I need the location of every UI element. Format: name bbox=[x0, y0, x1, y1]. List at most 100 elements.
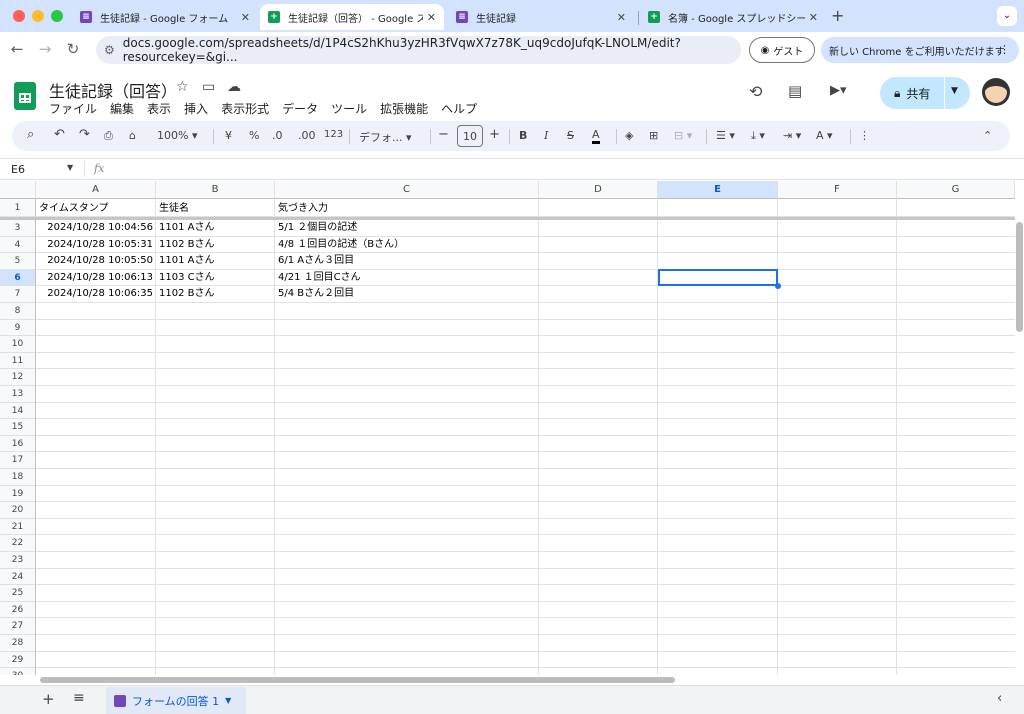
column-header-g[interactable]: G bbox=[897, 181, 1015, 199]
row-header-19[interactable]: 19 bbox=[0, 485, 36, 503]
row-header-9[interactable]: 9 bbox=[0, 319, 36, 337]
increase-decimal-button[interactable]: .00 bbox=[298, 129, 316, 142]
menu-tools[interactable]: ツール bbox=[331, 100, 367, 117]
browser-tab-responses[interactable]: + 生徒記録（回答） - Google スプ ✕ bbox=[260, 4, 444, 30]
cell-a3[interactable]: 2024/10/28 10:04:56 bbox=[36, 220, 156, 236]
zoom-window-icon[interactable] bbox=[51, 10, 63, 22]
row-header-15[interactable]: 15 bbox=[0, 419, 36, 436]
text-rotation-icon[interactable]: A ▾ bbox=[816, 129, 833, 142]
move-folder-icon[interactable]: ▭ bbox=[202, 79, 215, 95]
new-tab-icon[interactable]: + bbox=[831, 6, 844, 25]
row-header-13[interactable]: 13 bbox=[0, 386, 36, 403]
row-header-29[interactable]: 29 bbox=[0, 651, 36, 669]
fill-handle[interactable] bbox=[775, 283, 781, 289]
site-info-icon[interactable]: ⚙ bbox=[104, 43, 115, 57]
column-header-d[interactable]: D bbox=[539, 181, 658, 199]
tab-search-icon[interactable]: ⌄ bbox=[997, 6, 1017, 26]
row-header-28[interactable]: 28 bbox=[0, 635, 36, 652]
cell-b7[interactable]: 1102 Bさん bbox=[156, 286, 275, 302]
decrease-font-size-icon[interactable]: − bbox=[438, 127, 449, 142]
add-sheet-icon[interactable]: + bbox=[42, 690, 55, 708]
undo-icon[interactable]: ↶ bbox=[54, 127, 65, 142]
cell-c3[interactable]: 5/1 ２個目の記述 bbox=[275, 220, 539, 236]
text-color-icon[interactable]: A bbox=[592, 129, 600, 144]
increase-font-size-icon[interactable]: + bbox=[489, 127, 500, 142]
close-window-icon[interactable] bbox=[13, 10, 25, 22]
version-history-icon[interactable]: ⟲ bbox=[749, 82, 762, 101]
cell-a6[interactable]: 2024/10/28 10:06:13 bbox=[36, 270, 156, 286]
vertical-scrollbar-thumb[interactable] bbox=[1016, 222, 1023, 332]
more-vert-icon[interactable]: ⋮ bbox=[999, 43, 1010, 56]
row-header-30[interactable]: 30 bbox=[0, 668, 36, 675]
row-header-23[interactable]: 23 bbox=[0, 552, 36, 569]
row-header-11[interactable]: 11 bbox=[0, 352, 36, 370]
bold-icon[interactable]: B bbox=[519, 129, 527, 142]
row-header-5[interactable]: 5 bbox=[0, 253, 36, 270]
row-header-12[interactable]: 12 bbox=[0, 369, 36, 386]
cell-a7[interactable]: 2024/10/28 10:06:35 bbox=[36, 286, 156, 302]
row-header-24[interactable]: 24 bbox=[0, 568, 36, 586]
menu-file[interactable]: ファイル bbox=[49, 100, 97, 117]
cell-c1[interactable]: 気づき入力 bbox=[275, 200, 331, 217]
row-header-26[interactable]: 26 bbox=[0, 601, 36, 619]
print-icon[interactable]: ⎙ bbox=[104, 129, 113, 143]
borders-icon[interactable]: ⊞ bbox=[649, 129, 658, 142]
star-icon[interactable]: ☆ bbox=[176, 79, 189, 95]
comments-icon[interactable]: ▤ bbox=[788, 82, 802, 100]
back-icon[interactable]: ← bbox=[7, 40, 27, 58]
sheet-tab-responses[interactable]: フォームの回答 1 ▼ bbox=[106, 687, 246, 714]
zoom-select[interactable]: 100% ▾ bbox=[157, 129, 197, 142]
address-bar[interactable]: ⚙ docs.google.com/spreadsheets/d/1P4cS2h… bbox=[96, 36, 741, 64]
vertical-align-icon[interactable]: ⤓ ▾ bbox=[751, 129, 765, 143]
cell-b1[interactable]: 生徒名 bbox=[156, 200, 192, 217]
column-header-a[interactable]: A bbox=[36, 181, 156, 199]
name-box[interactable]: E6 bbox=[11, 163, 25, 176]
redo-icon[interactable]: ↷ bbox=[79, 127, 90, 142]
name-box-dropdown-icon[interactable]: ▼ bbox=[67, 163, 73, 172]
cloud-status-icon[interactable]: ☁ bbox=[227, 79, 241, 95]
row-header-20[interactable]: 20 bbox=[0, 502, 36, 519]
row-header-1[interactable]: 1 bbox=[0, 199, 36, 217]
cell-b6[interactable]: 1103 Cさん bbox=[156, 270, 275, 286]
row-header-18[interactable]: 18 bbox=[0, 469, 36, 486]
menu-data[interactable]: データ bbox=[282, 100, 318, 117]
row-header-21[interactable]: 21 bbox=[0, 518, 36, 536]
chrome-update-button[interactable]: 新しい Chrome をご利用いただけます ⋮ bbox=[821, 37, 1019, 63]
column-header-b[interactable]: B bbox=[156, 181, 275, 199]
row-header-3[interactable]: 3 bbox=[0, 220, 36, 237]
more-options-icon[interactable]: ⋮ bbox=[859, 129, 870, 142]
cell-b4[interactable]: 1102 Bさん bbox=[156, 237, 275, 253]
browser-tab-record[interactable]: ≡ 生徒記録 ✕ bbox=[448, 4, 634, 30]
cell-a4[interactable]: 2024/10/28 10:05:31 bbox=[36, 237, 156, 253]
select-all-corner[interactable] bbox=[0, 181, 36, 199]
formula-input[interactable] bbox=[120, 163, 1000, 177]
meet-icon[interactable]: ▶▾ bbox=[830, 83, 847, 98]
font-size-input[interactable]: 10 bbox=[457, 125, 483, 147]
close-tab-icon[interactable]: ✕ bbox=[427, 11, 436, 24]
menu-format[interactable]: 表示形式 bbox=[221, 100, 269, 117]
row-header-4[interactable]: 4 bbox=[0, 236, 36, 254]
menu-insert[interactable]: 挿入 bbox=[184, 100, 208, 117]
row-header-16[interactable]: 16 bbox=[0, 435, 36, 453]
document-title[interactable]: 生徒記録（回答） bbox=[49, 78, 177, 102]
cell-c7[interactable]: 5/4 Bさん２回目 bbox=[275, 286, 539, 302]
browser-tab-forms[interactable]: ≡ 生徒記録 - Google フォーム ✕ bbox=[72, 4, 258, 30]
spreadsheet-grid[interactable]: A B C D E F G 1 3 4 5 6 7 8 9 10 11 12 13 14 15 16 17 18… bbox=[0, 181, 1015, 675]
italic-icon[interactable]: I bbox=[544, 129, 548, 142]
minimize-window-icon[interactable] bbox=[32, 10, 44, 22]
sheets-logo[interactable] bbox=[14, 82, 36, 110]
column-header-c[interactable]: C bbox=[275, 181, 539, 199]
paint-format-icon[interactable]: ⌂ bbox=[129, 129, 136, 142]
fill-color-icon[interactable]: ◈ bbox=[625, 129, 633, 142]
share-dropdown-icon[interactable]: ▼ bbox=[951, 86, 958, 96]
share-button[interactable]: 🔒︎ 共有 ▼ bbox=[880, 77, 970, 109]
menu-view[interactable]: 表示 bbox=[147, 100, 171, 117]
sheet-tab-dropdown-icon[interactable]: ▼ bbox=[225, 696, 231, 705]
row-header-14[interactable]: 14 bbox=[0, 402, 36, 420]
row-header-17[interactable]: 17 bbox=[0, 452, 36, 469]
row-header-6[interactable]: 6 bbox=[0, 269, 36, 287]
cell-c6[interactable]: 4/21 １回目Cさん bbox=[275, 270, 539, 286]
browser-tab-roster[interactable]: + 名簿 - Google スプレッドシート ✕ bbox=[640, 4, 826, 30]
cell-c5[interactable]: 6/1 Aさん３回目 bbox=[275, 253, 539, 269]
row-header-22[interactable]: 22 bbox=[0, 535, 36, 552]
